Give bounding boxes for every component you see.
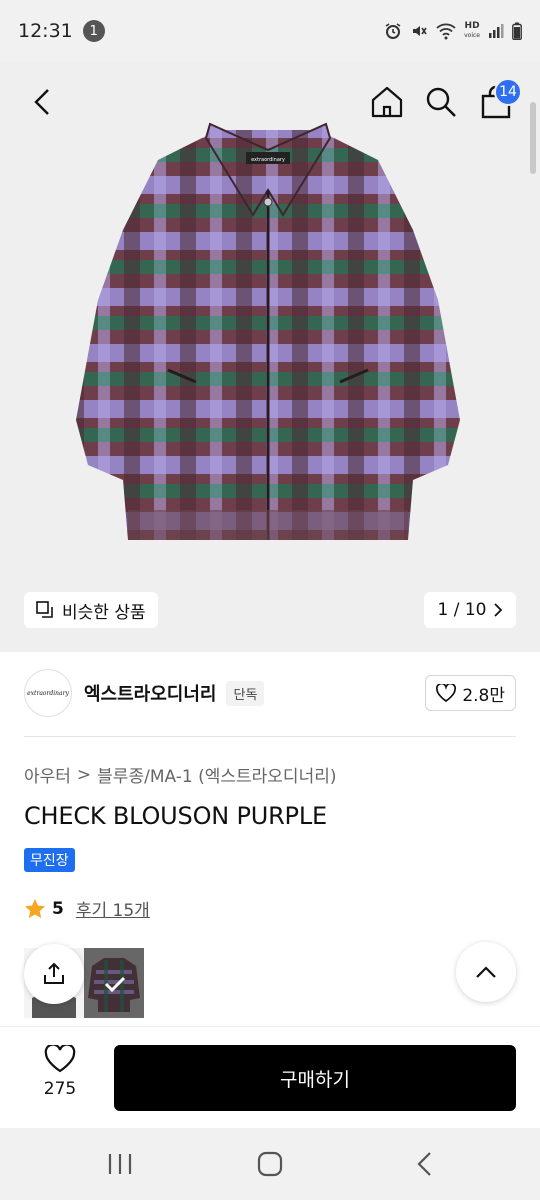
product-image-area[interactable]: 14 extraordinary 비슷한 상품 1 / 10 (0, 62, 540, 652)
wishlist-count: 275 (43, 1079, 77, 1099)
brand-like-button[interactable]: 2.8만 (425, 675, 516, 711)
exclusive-badge: 단독 (226, 680, 265, 706)
rating-value: 5 (52, 898, 64, 919)
bottom-action-bar: 275 구매하기 (0, 1026, 540, 1128)
network-type: HD voice (464, 21, 480, 40)
share-button[interactable] (24, 944, 84, 1004)
system-navigation-bar (0, 1128, 540, 1200)
rating-row: 5 후기 15개 (24, 896, 150, 921)
search-icon (426, 87, 456, 117)
recents-icon (108, 1154, 132, 1174)
system-back-button[interactable] (410, 1148, 442, 1184)
delivery-badge: 무진장 (24, 848, 75, 872)
product-title: CHECK BLOUSON PURPLE (24, 802, 327, 830)
search-button[interactable] (420, 80, 462, 124)
reviews-link[interactable]: 후기 15개 (76, 896, 150, 921)
status-bar: 12:31 1 HD voice (0, 0, 540, 62)
status-time: 12:31 (18, 20, 73, 42)
battery-icon (512, 22, 522, 40)
copy-icon (36, 601, 53, 618)
brand-name[interactable]: 엑스트라오디너리 (84, 680, 216, 706)
brand-row: extraordinary 엑스트라오디너리 단독 2.8만 (24, 668, 516, 718)
breadcrumb-separator: > (76, 764, 92, 785)
scrollbar[interactable] (530, 102, 536, 174)
brand-likes-count: 2.8만 (462, 685, 505, 706)
signal-icon (489, 24, 504, 38)
back-arrow-icon (417, 1152, 431, 1176)
similar-products-label: 비슷한 상품 (62, 602, 146, 623)
notification-count-badge: 1 (82, 20, 105, 42)
similar-products-button[interactable]: 비슷한 상품 (24, 592, 158, 628)
breadcrumb-subcategory[interactable]: 블루종/MA-1 (엑스트라오디너리) (97, 762, 336, 787)
buy-button[interactable]: 구매하기 (114, 1045, 516, 1111)
status-icons: HD voice (384, 22, 522, 40)
heart-icon (436, 684, 457, 702)
wishlist-button[interactable]: 275 (24, 1045, 96, 1115)
breadcrumb: 아우터 > 블루종/MA-1 (엑스트라오디너리) (24, 762, 336, 788)
thumbnail-image (84, 948, 144, 1018)
image-page-indicator[interactable]: 1 / 10 (424, 592, 516, 628)
page-indicator-text: 1 / 10 (437, 600, 487, 620)
breadcrumb-category[interactable]: 아우터 (24, 762, 71, 787)
svg-text:extraordinary: extraordinary (251, 157, 285, 163)
brand-logo[interactable]: extraordinary (24, 669, 72, 717)
cart-count-badge: 14 (494, 78, 522, 106)
chevron-left-icon (34, 89, 49, 115)
heart-icon (44, 1045, 76, 1073)
divider (24, 736, 516, 737)
color-thumbnail-2-selected[interactable] (84, 948, 144, 1018)
product-image-jacket: extraordinary (76, 122, 460, 540)
alarm-icon (385, 23, 401, 39)
chevron-up-icon (476, 966, 496, 978)
share-icon (44, 962, 64, 984)
chevron-right-icon (494, 603, 503, 617)
home-button[interactable] (366, 80, 408, 124)
recents-button[interactable] (104, 1148, 136, 1184)
star-icon (25, 898, 45, 918)
mute-icon (413, 26, 427, 36)
home-icon (371, 86, 403, 118)
scroll-to-top-button[interactable] (456, 942, 516, 1002)
wifi-icon (436, 23, 456, 40)
back-button[interactable] (22, 80, 62, 124)
system-home-button[interactable] (254, 1148, 286, 1184)
cart-button[interactable]: 14 (474, 78, 522, 124)
home-circle-icon (257, 1151, 283, 1177)
